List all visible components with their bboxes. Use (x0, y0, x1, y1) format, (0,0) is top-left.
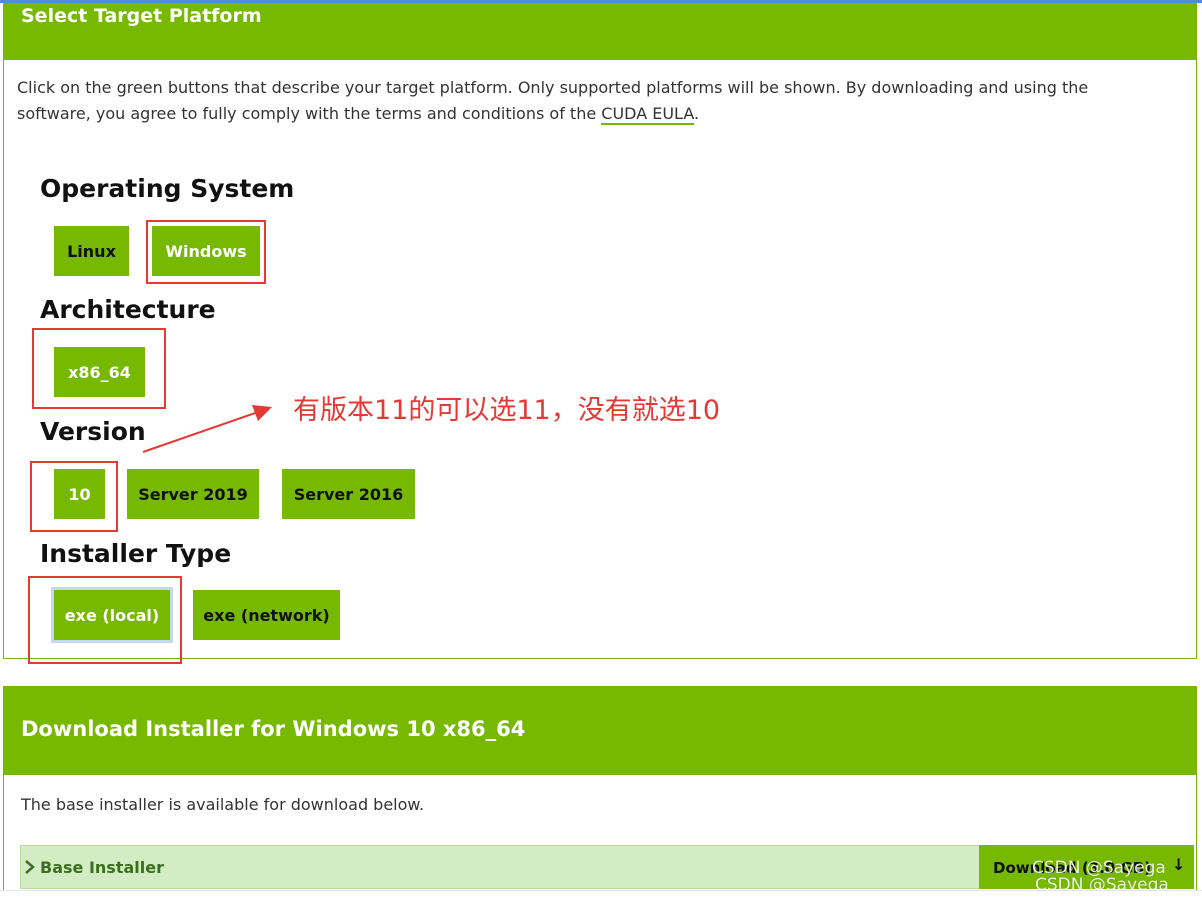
bottom-edge (0, 890, 1202, 906)
version-option-server-2016[interactable]: Server 2016 (282, 469, 415, 519)
download-panel-header: Download Installer for Windows 10 x86_64 (4, 687, 1196, 775)
installer-section-title: Installer Type (40, 539, 232, 568)
download-icon: ↓ (1172, 855, 1186, 874)
download-installer-panel: Download Installer for Windows 10 x86_64… (3, 686, 1197, 891)
base-installer-row[interactable]: Base Installer (20, 845, 980, 889)
installer-option-exe-local[interactable]: exe (local) (51, 587, 173, 643)
installer-option-exe-network[interactable]: exe (network) (193, 590, 340, 640)
version-section-title: Version (40, 417, 146, 446)
arrow-to-version-line (142, 411, 259, 453)
version-option-10[interactable]: 10 (54, 469, 105, 519)
base-installer-label: Base Installer (40, 858, 164, 877)
annotation-text: 有版本11的可以选11，没有就选10 (293, 395, 721, 426)
arrow-to-version-head (252, 405, 272, 421)
version-option-server-2019[interactable]: Server 2019 (127, 469, 259, 519)
download-panel-title: Download Installer for Windows 10 x86_64 (21, 717, 526, 741)
chevron-right-icon (25, 860, 35, 874)
download-description: The base installer is available for down… (21, 795, 425, 814)
